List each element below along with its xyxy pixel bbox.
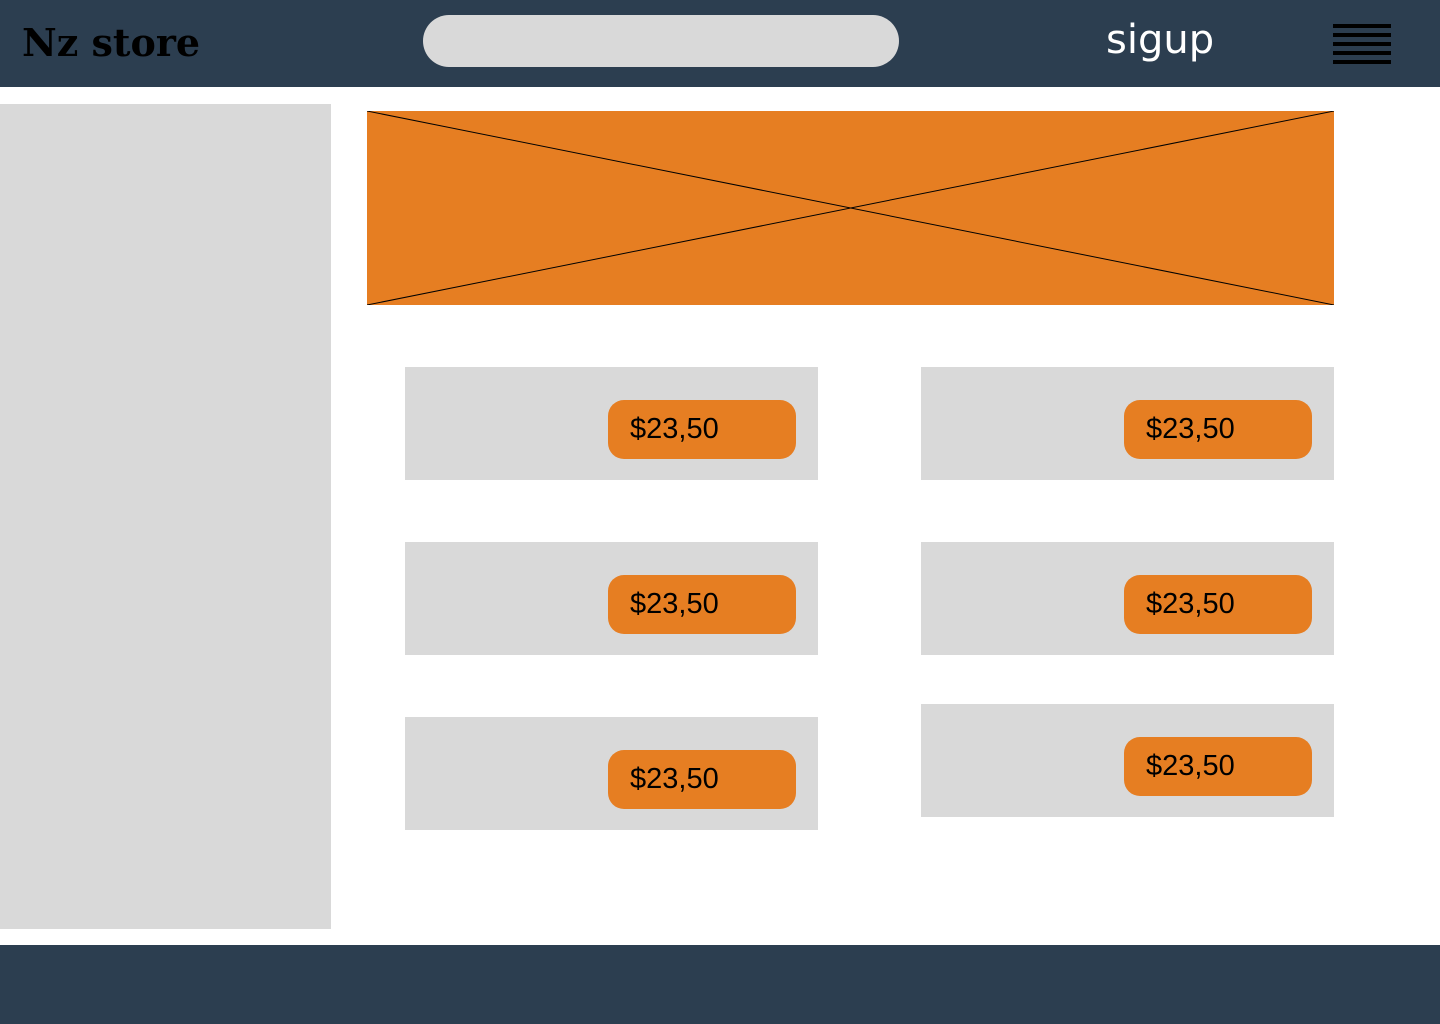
search-input[interactable] (423, 15, 899, 67)
product-card[interactable]: $23,50 (405, 367, 818, 480)
page: Nz store sigup $23,50 $23,50 $23,50 $23,… (0, 0, 1440, 1024)
footer (0, 945, 1440, 1024)
menu-line-3 (1333, 42, 1391, 46)
product-card[interactable]: $23,50 (405, 542, 818, 655)
menu-line-2 (1333, 33, 1391, 37)
price-button[interactable]: $23,50 (1124, 737, 1312, 796)
menu-line-5 (1333, 60, 1391, 64)
price-button[interactable]: $23,50 (1124, 575, 1312, 634)
image-placeholder-icon (367, 111, 1334, 305)
store-logo[interactable]: Nz store (22, 18, 200, 68)
top-header: Nz store sigup (0, 0, 1440, 87)
hamburger-menu-icon[interactable] (1333, 24, 1391, 65)
price-button[interactable]: $23,50 (1124, 400, 1312, 459)
menu-line-1 (1333, 24, 1391, 28)
product-card[interactable]: $23,50 (921, 542, 1334, 655)
price-button[interactable]: $23,50 (608, 575, 796, 634)
price-button[interactable]: $23,50 (608, 400, 796, 459)
banner-image[interactable] (367, 111, 1334, 305)
sidebar-panel (0, 104, 331, 929)
price-button[interactable]: $23,50 (608, 750, 796, 809)
product-card[interactable]: $23,50 (921, 704, 1334, 817)
menu-line-4 (1333, 51, 1391, 55)
product-card[interactable]: $23,50 (921, 367, 1334, 480)
product-card[interactable]: $23,50 (405, 717, 818, 830)
signup-link[interactable]: sigup (1106, 14, 1214, 66)
